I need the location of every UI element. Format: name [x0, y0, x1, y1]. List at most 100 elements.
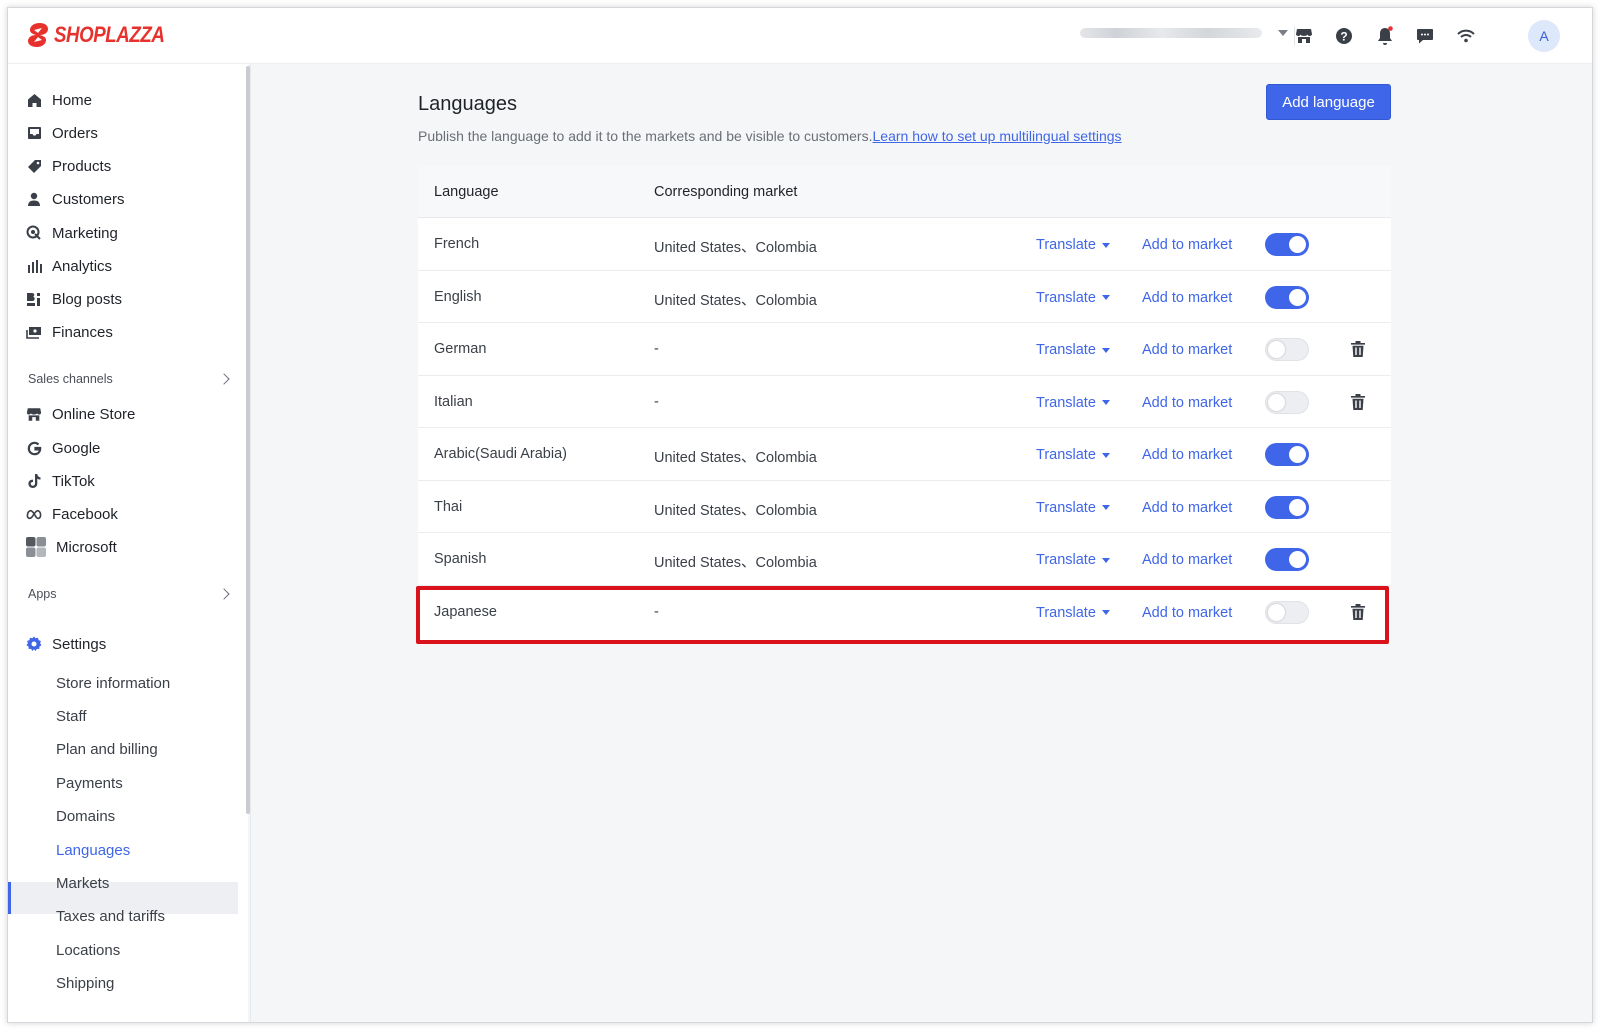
publish-toggle[interactable] [1265, 495, 1309, 519]
chevron-right-icon[interactable] [218, 373, 230, 385]
help-icon[interactable]: ? [1332, 24, 1356, 48]
sidebar-item-orders[interactable]: Orders [26, 121, 98, 145]
tag-icon [26, 158, 42, 174]
settings-item-store-information[interactable]: Store information [56, 672, 170, 694]
finance-icon [26, 324, 42, 340]
sidebar-item-products[interactable]: Products [26, 154, 111, 178]
trash-icon[interactable] [1350, 340, 1366, 358]
add-to-market-link[interactable]: Add to market [1142, 395, 1232, 411]
brand-logo[interactable]: SHOPLAZZA [26, 22, 184, 48]
settings-item-locations[interactable]: Locations [56, 939, 120, 961]
languages-table: Language Corresponding market French Unit… [418, 166, 1391, 644]
market-value: - [654, 603, 659, 620]
add-to-market-link[interactable]: Add to market [1142, 605, 1232, 621]
add-to-market-link[interactable]: Add to market [1142, 500, 1232, 516]
settings-item-taxes-and-tariffs[interactable]: Taxes and tariffs [56, 905, 165, 927]
translate-dropdown[interactable]: Translate [1036, 605, 1110, 621]
sidebar-item-google[interactable]: Google [26, 436, 100, 460]
sidebar-item-facebook[interactable]: Facebook [26, 502, 118, 526]
settings-item-markets[interactable]: Markets [56, 872, 109, 894]
sidebar-item-finances[interactable]: Finances [26, 320, 113, 344]
settings-item-payments[interactable]: Payments [56, 772, 123, 794]
sidebar-item-label: Finances [52, 323, 113, 341]
sidebar-item-home[interactable]: Home [26, 88, 92, 112]
translate-label: Translate [1036, 289, 1096, 306]
active-item-indicator [8, 882, 11, 914]
sidebar-item-marketing[interactable]: Marketing [26, 221, 118, 245]
publish-toggle[interactable] [1265, 390, 1309, 414]
translate-dropdown[interactable]: Translate [1036, 552, 1110, 568]
sidebar-item-blog-posts[interactable]: Blog posts [26, 287, 122, 311]
add-to-market-link[interactable]: Add to market [1142, 447, 1232, 463]
language-name: Italian [434, 393, 473, 410]
toggle-knob [1268, 393, 1285, 411]
translate-dropdown[interactable]: Translate [1036, 237, 1110, 253]
multilingual-help-link[interactable]: Learn how to set up multilingual setting… [873, 128, 1122, 144]
add-to-market-link[interactable]: Add to market [1142, 552, 1232, 568]
translate-label: Translate [1036, 447, 1096, 463]
sidebar-item-label: Microsoft [56, 538, 117, 556]
settings-item-staff[interactable]: Staff [56, 705, 87, 727]
translate-dropdown[interactable]: Translate [1036, 342, 1110, 358]
sidebar-item-label: Marketing [52, 224, 118, 242]
sidebar-item-label: Blog posts [52, 290, 123, 308]
publish-toggle[interactable] [1265, 600, 1309, 624]
publish-toggle[interactable] [1265, 285, 1309, 309]
translate-dropdown[interactable]: Translate [1036, 447, 1110, 463]
sales-channels-header[interactable]: Sales channels [28, 372, 113, 386]
sidebar-item-online-store[interactable]: Online Store [26, 402, 135, 426]
market-value: United States、Colombia [654, 292, 817, 309]
language-name: French [434, 236, 480, 252]
microsoft-icon [26, 537, 46, 557]
market-value: - [654, 341, 659, 357]
language-name: English [434, 288, 482, 305]
settings-item-plan-and-billing[interactable]: Plan and billing [56, 738, 158, 760]
gear-icon [26, 636, 42, 652]
table-row: Spanish United States、Colombia Translate Ad… [418, 533, 1391, 586]
user-avatar[interactable]: A [1528, 20, 1560, 52]
sidebar-scrollbar[interactable] [246, 66, 250, 814]
chevron-right-icon[interactable] [218, 588, 230, 600]
page-title: Languages [418, 93, 517, 115]
add-language-button[interactable]: Add language [1266, 84, 1391, 120]
translate-label: Translate [1036, 499, 1096, 516]
sidebar-item-tiktok[interactable]: TikTok [26, 469, 95, 493]
wifi-icon[interactable] [1454, 24, 1478, 48]
toggle-knob [1268, 341, 1285, 358]
translate-dropdown[interactable]: Translate [1036, 500, 1110, 516]
person-icon [26, 191, 42, 207]
column-header-language: Language [434, 184, 499, 200]
sidebar-item-settings[interactable]: Settings [26, 632, 106, 656]
add-to-market-link[interactable]: Add to market [1142, 237, 1232, 253]
publish-toggle[interactable] [1265, 338, 1309, 361]
orders-icon [26, 125, 42, 141]
trash-icon[interactable] [1350, 603, 1366, 621]
sidebar-item-customers[interactable]: Customers [26, 187, 125, 211]
settings-item-domains[interactable]: Domains [56, 805, 115, 827]
apps-header[interactable]: Apps [28, 587, 57, 601]
table-row: Arabic(Saudi Arabia) United States、Colomb… [418, 428, 1391, 481]
sidebar-item-microsoft[interactable]: Microsoft [26, 535, 117, 559]
sidebar-item-label: Facebook [52, 505, 118, 523]
translate-dropdown[interactable]: Translate [1036, 395, 1110, 411]
add-to-market-link[interactable]: Add to market [1142, 342, 1232, 358]
settings-item-shipping[interactable]: Shipping [56, 972, 114, 994]
translate-label: Translate [1036, 604, 1096, 621]
message-icon[interactable] [1413, 24, 1437, 48]
store-selector[interactable] [1080, 28, 1288, 38]
trash-icon[interactable] [1350, 393, 1366, 411]
description-text: Publish the language to add it to the ma… [418, 128, 873, 144]
marketing-icon [26, 225, 42, 241]
toggle-knob [1289, 498, 1306, 516]
store-icon[interactable] [1292, 24, 1316, 48]
brand-name: SHOPLAZZA [54, 22, 165, 47]
publish-toggle[interactable] [1265, 548, 1309, 571]
publish-toggle[interactable] [1265, 443, 1309, 466]
publish-toggle[interactable] [1265, 233, 1309, 256]
notification-icon[interactable] [1373, 24, 1397, 48]
add-to-market-link[interactable]: Add to market [1142, 290, 1232, 306]
sidebar-item-analytics[interactable]: Analytics [26, 254, 112, 278]
settings-item-languages[interactable]: Languages [56, 839, 130, 861]
translate-dropdown[interactable]: Translate [1036, 290, 1110, 306]
caret-down-icon [1101, 505, 1110, 510]
